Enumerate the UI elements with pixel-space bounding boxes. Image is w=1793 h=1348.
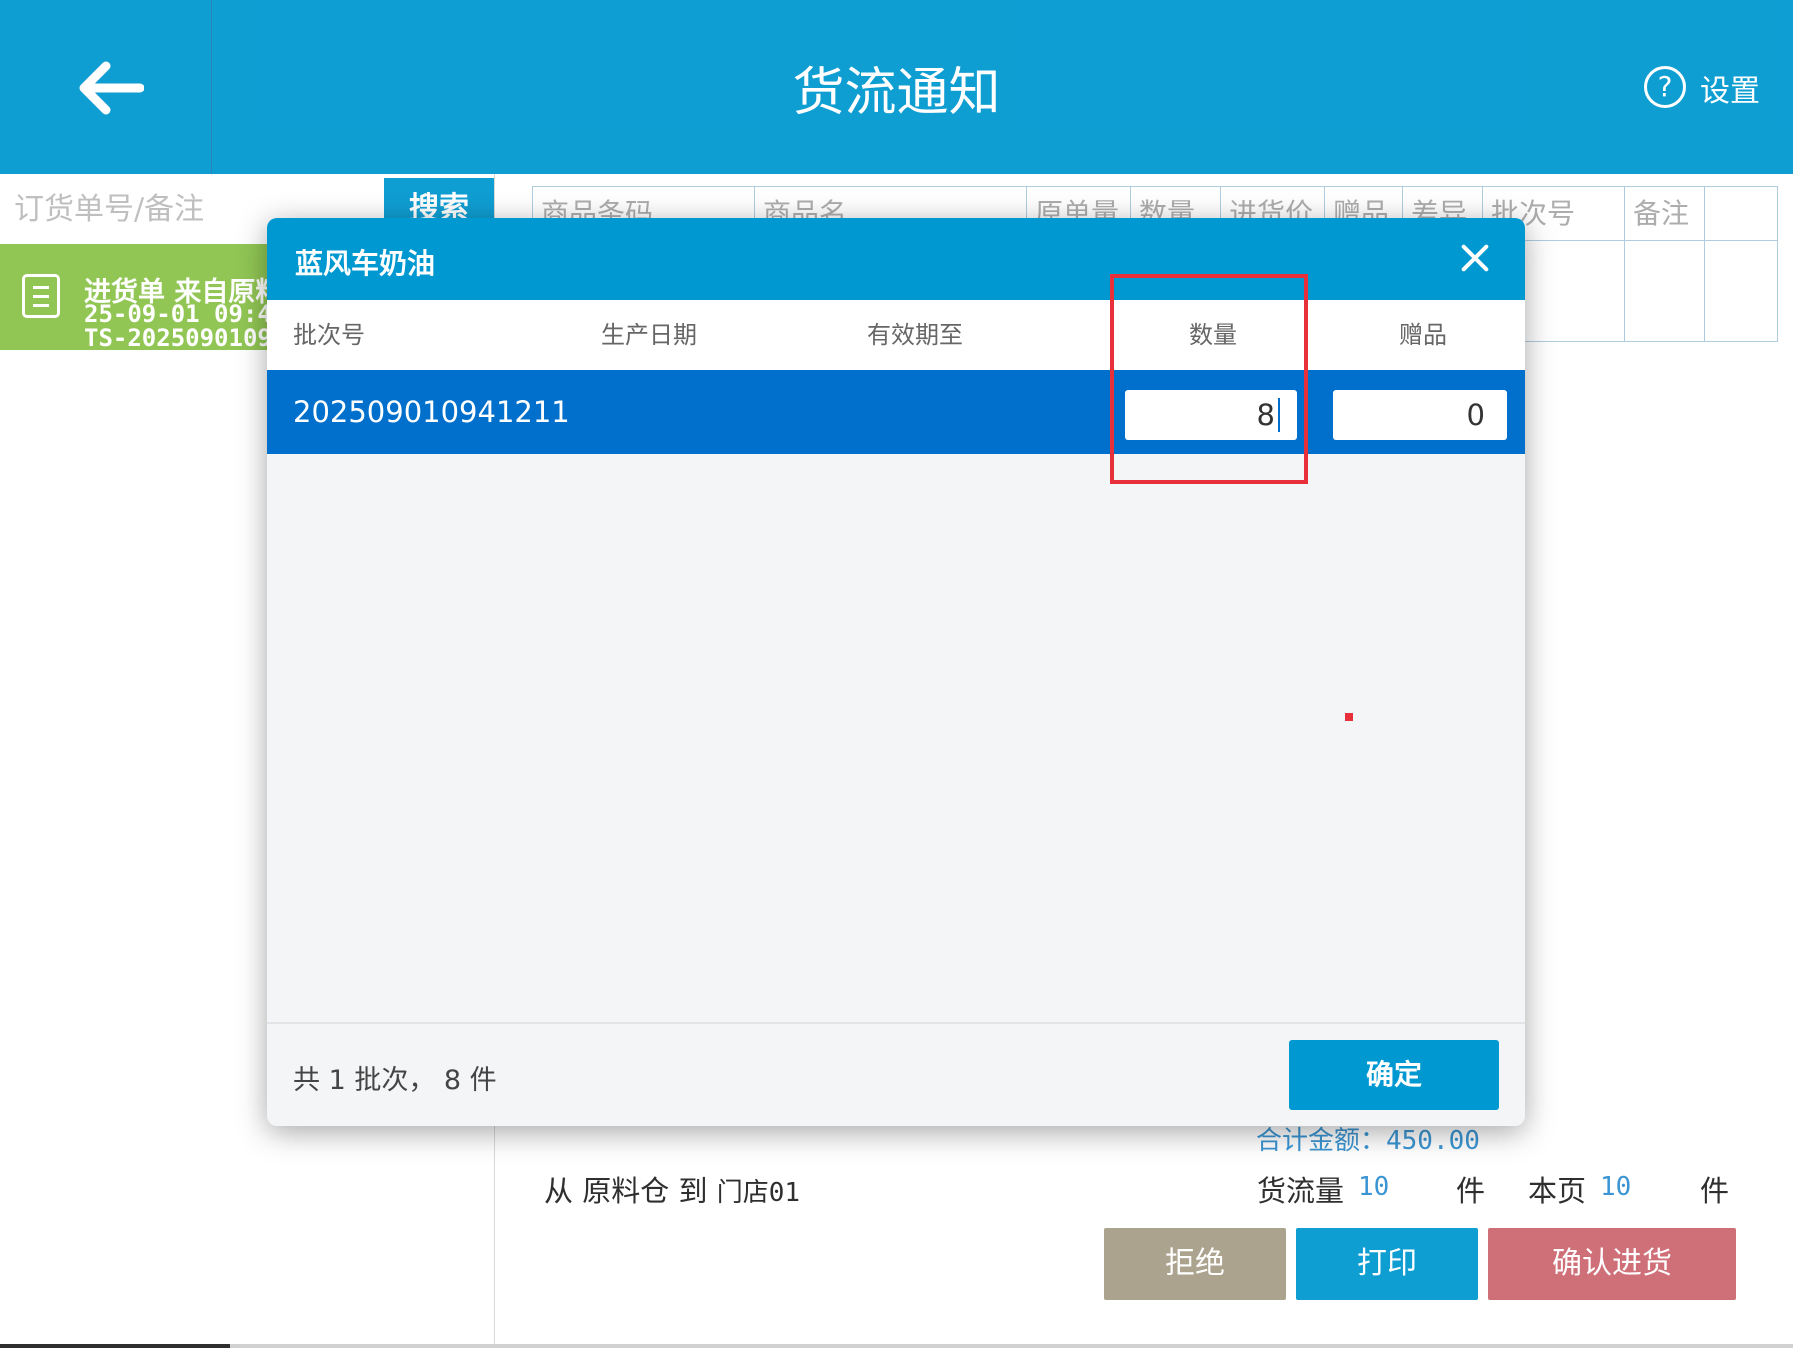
annotation-dot — [1345, 713, 1353, 721]
column-header-gift: 赠品 — [1399, 321, 1447, 349]
dialog-footer-divider — [267, 1022, 1525, 1024]
batch-number: 202509010941211 — [293, 395, 570, 429]
column-header-production-date: 生产日期 — [601, 321, 697, 349]
gift-input[interactable] — [1333, 390, 1507, 440]
close-icon[interactable] — [1455, 238, 1495, 278]
dialog-title: 蓝风车奶油 — [295, 247, 436, 280]
batch-dialog: 蓝风车奶油 批次号 生产日期 有效期至 数量 赠品 20250901094121… — [267, 218, 1525, 1126]
batch-row[interactable]: 202509010941211 — [267, 370, 1525, 454]
dialog-header: 蓝风车奶油 — [267, 218, 1525, 300]
dialog-table-header: 批次号 生产日期 有效期至 数量 赠品 — [267, 300, 1525, 370]
column-header-batch-no: 批次号 — [293, 321, 365, 349]
column-header-expiry-date: 有效期至 — [867, 321, 963, 349]
dialog-confirm-button[interactable]: 确定 — [1289, 1040, 1499, 1110]
batch-summary: 共 1 批次， 8 件 — [293, 1065, 497, 1096]
quantity-highlight-box — [1110, 274, 1308, 484]
